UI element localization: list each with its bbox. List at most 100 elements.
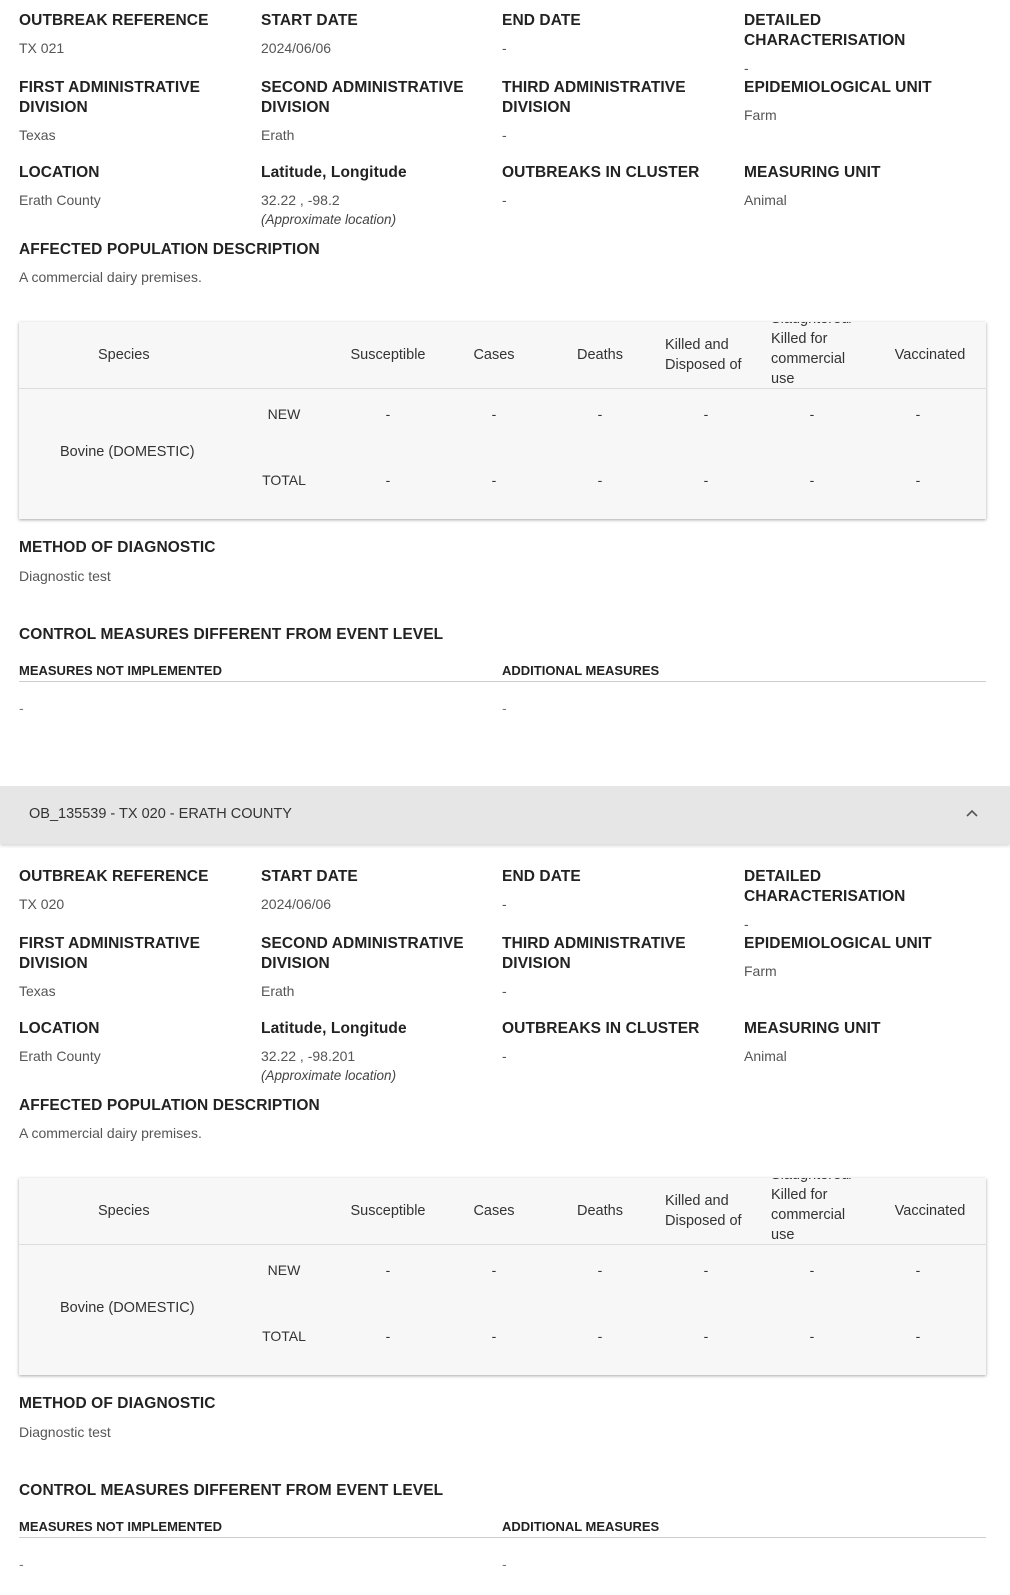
lat-long-value: 32.22 , -98.201 bbox=[261, 1048, 356, 1064]
detailed-characterisation-field: DETAILED CHARACTERISATION - bbox=[744, 867, 979, 933]
chevron-up-icon[interactable] bbox=[964, 806, 980, 822]
outbreak-reference-field: OUTBREAK REFERENCE TX 020 bbox=[19, 867, 254, 913]
total-killed: - bbox=[703, 472, 709, 488]
affected-population-field: AFFECTED POPULATION DESCRIPTION A commer… bbox=[19, 1096, 619, 1142]
method-of-diagnostic-value: Diagnostic test bbox=[19, 568, 111, 584]
total-deaths: - bbox=[597, 472, 603, 488]
species-table: Species Susceptible Cases Deaths Killed … bbox=[19, 322, 986, 519]
end-date-label: END DATE bbox=[502, 12, 581, 29]
vaccinated-header: Vaccinated bbox=[894, 1203, 966, 1219]
new-susceptible: - bbox=[385, 1262, 391, 1278]
outbreak-accordion-header[interactable]: OB_135539 - TX 020 - ERATH COUNTY bbox=[0, 786, 1010, 844]
location-field: LOCATION Erath County bbox=[19, 163, 254, 209]
location-label: LOCATION bbox=[19, 1020, 100, 1037]
total-cases: - bbox=[491, 472, 497, 488]
method-of-diagnostic-label: METHOD OF DIAGNOSTIC bbox=[19, 539, 216, 556]
end-date-field: END DATE - bbox=[502, 867, 737, 913]
species-table: Species Susceptible Cases Deaths Killed … bbox=[19, 1178, 986, 1375]
new-cases: - bbox=[491, 1262, 497, 1278]
measures-not-implemented-value: - bbox=[19, 700, 24, 716]
row-label-new: NEW bbox=[267, 1262, 301, 1278]
lat-long-label: Latitude, Longitude bbox=[261, 164, 407, 181]
total-vaccinated: - bbox=[915, 1328, 921, 1344]
outbreaks-in-cluster-label: OUTBREAKS IN CLUSTER bbox=[502, 164, 700, 181]
first-admin-division-value: Texas bbox=[19, 983, 56, 999]
second-admin-division-value: Erath bbox=[261, 127, 295, 143]
epidemiological-unit-label: EPIDEMIOLOGICAL UNIT bbox=[744, 935, 932, 952]
new-vaccinated: - bbox=[915, 1262, 921, 1278]
approximate-location-note: (Approximate location) bbox=[261, 212, 397, 227]
third-admin-division-field: THIRD ADMINISTRATIVE DIVISION - bbox=[502, 78, 737, 144]
total-slaughtered: - bbox=[809, 1328, 815, 1344]
new-killed: - bbox=[703, 1262, 709, 1278]
outbreak-reference-value: TX 020 bbox=[19, 896, 65, 912]
outbreaks-in-cluster-field: OUTBREAKS IN CLUSTER - bbox=[502, 1019, 737, 1065]
cases-header: Cases bbox=[473, 347, 515, 363]
first-admin-division-field: FIRST ADMINISTRATIVE DIVISION Texas bbox=[19, 78, 254, 144]
additional-measures-value: - bbox=[502, 700, 507, 716]
measures-not-implemented-label: MEASURES NOT IMPLEMENTED bbox=[19, 663, 222, 678]
outbreak-reference-label: OUTBREAK REFERENCE bbox=[19, 868, 209, 885]
second-admin-division-value: Erath bbox=[261, 983, 295, 999]
outbreaks-in-cluster-label: OUTBREAKS IN CLUSTER bbox=[502, 1020, 700, 1037]
outbreak-reference-label: OUTBREAK REFERENCE bbox=[19, 12, 209, 29]
second-admin-division-field: SECOND ADMINISTRATIVE DIVISION Erath bbox=[261, 934, 496, 1000]
epidemiological-unit-label: EPIDEMIOLOGICAL UNIT bbox=[744, 79, 932, 96]
epidemiological-unit-field: EPIDEMIOLOGICAL UNIT Farm bbox=[744, 78, 979, 124]
slaughtered-header: Slaughtered/ Killed for commercial use bbox=[771, 1178, 853, 1243]
outbreak-reference-value: TX 021 bbox=[19, 40, 65, 56]
second-admin-division-field: SECOND ADMINISTRATIVE DIVISION Erath bbox=[261, 78, 496, 144]
total-vaccinated: - bbox=[915, 472, 921, 488]
row-label-total: TOTAL bbox=[262, 1328, 306, 1344]
start-date-value: 2024/06/06 bbox=[261, 896, 332, 912]
new-deaths: - bbox=[597, 1262, 603, 1278]
end-date-value: - bbox=[502, 40, 507, 56]
affected-population-label: AFFECTED POPULATION DESCRIPTION bbox=[19, 241, 320, 258]
end-date-value: - bbox=[502, 896, 507, 912]
row-label-total: TOTAL bbox=[262, 472, 306, 488]
outbreaks-in-cluster-field: OUTBREAKS IN CLUSTER - bbox=[502, 163, 737, 209]
total-deaths: - bbox=[597, 1328, 603, 1344]
measuring-unit-value: Animal bbox=[744, 1048, 787, 1064]
susceptible-header: Susceptible bbox=[350, 1203, 426, 1219]
deaths-header: Deaths bbox=[577, 347, 623, 363]
first-admin-division-field: FIRST ADMINISTRATIVE DIVISION Texas bbox=[19, 934, 254, 1000]
outbreak-section-tx020: OUTBREAK REFERENCE TX 020 START DATE 202… bbox=[0, 856, 1010, 1595]
second-admin-division-label: SECOND ADMINISTRATIVE DIVISION bbox=[261, 935, 464, 972]
measures-not-implemented-value: - bbox=[19, 1556, 24, 1572]
first-admin-division-value: Texas bbox=[19, 127, 56, 143]
outbreaks-in-cluster-value: - bbox=[502, 192, 507, 208]
first-admin-division-label: FIRST ADMINISTRATIVE DIVISION bbox=[19, 79, 201, 116]
deaths-header: Deaths bbox=[577, 1203, 623, 1219]
control-measures-title: CONTROL MEASURES DIFFERENT FROM EVENT LE… bbox=[19, 1482, 444, 1499]
additional-measures-label: ADDITIONAL MEASURES bbox=[502, 663, 660, 678]
location-label: LOCATION bbox=[19, 164, 100, 181]
measures-not-implemented-label: MEASURES NOT IMPLEMENTED bbox=[19, 1519, 222, 1534]
additional-measures-label: ADDITIONAL MEASURES bbox=[502, 1519, 660, 1534]
detailed-characterisation-value: - bbox=[744, 916, 749, 932]
new-deaths: - bbox=[597, 406, 603, 422]
total-susceptible: - bbox=[385, 1328, 391, 1344]
lat-long-field: Latitude, Longitude 32.22 , -98.2 (Appro… bbox=[261, 163, 496, 229]
new-cases: - bbox=[491, 406, 497, 422]
species-name: Bovine (DOMESTIC) bbox=[60, 1300, 195, 1316]
affected-population-value: A commercial dairy premises. bbox=[19, 269, 202, 285]
start-date-value: 2024/06/06 bbox=[261, 40, 332, 56]
measuring-unit-label: MEASURING UNIT bbox=[744, 1020, 881, 1037]
epidemiological-unit-field: EPIDEMIOLOGICAL UNIT Farm bbox=[744, 934, 979, 980]
cases-header: Cases bbox=[473, 1203, 515, 1219]
species-name: Bovine (DOMESTIC) bbox=[60, 444, 195, 460]
third-admin-division-field: THIRD ADMINISTRATIVE DIVISION - bbox=[502, 934, 737, 1000]
total-cases: - bbox=[491, 1328, 497, 1344]
detailed-characterisation-field: DETAILED CHARACTERISATION - bbox=[744, 11, 979, 77]
table-header-divider bbox=[19, 388, 986, 389]
outbreaks-in-cluster-value: - bbox=[502, 1048, 507, 1064]
new-killed: - bbox=[703, 406, 709, 422]
method-of-diagnostic-label: METHOD OF DIAGNOSTIC bbox=[19, 1395, 216, 1412]
species-header: Species bbox=[98, 1203, 150, 1219]
epidemiological-unit-value: Farm bbox=[744, 107, 777, 123]
end-date-field: END DATE - bbox=[502, 11, 737, 57]
first-admin-division-label: FIRST ADMINISTRATIVE DIVISION bbox=[19, 935, 201, 972]
new-slaughtered: - bbox=[809, 406, 815, 422]
killed-header: Killed and Disposed of bbox=[665, 1193, 742, 1229]
